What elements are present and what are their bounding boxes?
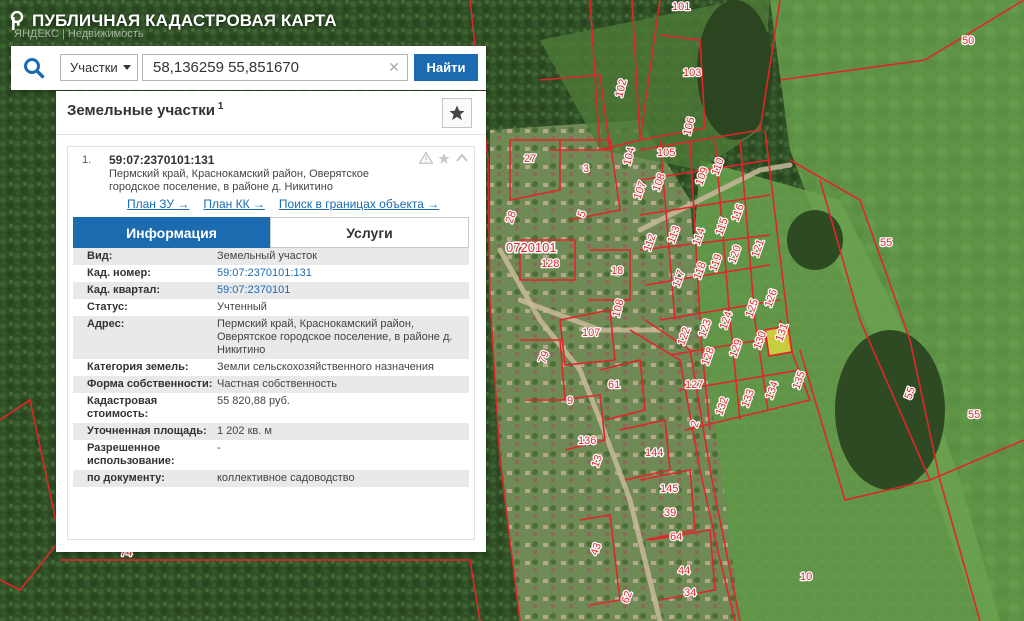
info-row-label: Статус: <box>87 301 128 313</box>
plan-kk-link[interactable]: План КК → <box>203 197 265 211</box>
plot-label[interactable]: 44 <box>677 564 692 579</box>
tab-information[interactable]: Информация <box>73 217 270 248</box>
plot-label[interactable]: 144 <box>644 446 665 461</box>
plot-label[interactable]: 39 <box>663 506 678 521</box>
warning-icon[interactable] <box>419 152 433 164</box>
info-row-value-link[interactable]: 59:07:2370101:131 <box>217 267 469 280</box>
info-row: Уточненная площадь: 1 202 кв. м <box>73 423 469 440</box>
info-row-value: Земли сельскохозяйственного назначения <box>217 361 434 373</box>
plot-label[interactable]: 127 <box>684 378 705 393</box>
plot-label[interactable]: 105 <box>656 146 677 161</box>
info-row: Статус: Учтенный <box>73 299 469 316</box>
info-row: Разрешенное использование: - <box>73 440 469 470</box>
plan-zu-link[interactable]: План ЗУ → <box>127 197 189 211</box>
info-row-value: Земельный участок <box>217 250 318 262</box>
info-row: по документу: коллективное садоводство <box>73 470 469 487</box>
yandex-realty-link[interactable]: ЯНДЕКС | Недвижимость <box>14 28 144 40</box>
info-row: Вид: Земельный участок <box>73 248 469 265</box>
info-row-label: Кад. квартал: <box>87 284 161 296</box>
search-type-select[interactable]: Участки <box>60 54 138 81</box>
card-tabs: Информация Услуги <box>73 217 469 248</box>
info-row-label: Вид: <box>87 250 113 262</box>
info-row-value: - <box>217 442 221 454</box>
plot-label[interactable]: 136 <box>577 434 598 449</box>
result-number: 1. <box>82 154 92 166</box>
plot-label[interactable]: 34 <box>683 586 698 601</box>
info-row-value: Пермский край, Краснокамский район, Овер… <box>217 318 453 356</box>
find-button[interactable]: Найти <box>414 54 478 81</box>
plot-label[interactable]: 101 <box>671 0 692 14</box>
result-card[interactable]: 1. 59:07:2370101:131 Пермский край, Крас… <box>67 146 475 540</box>
search-input[interactable] <box>142 54 408 81</box>
info-row: Кад. номер: 59:07:2370101:131 <box>73 265 469 282</box>
info-row-value-link[interactable]: 59:07:2370101 <box>217 284 469 297</box>
plot-label[interactable]: 61 <box>607 378 622 393</box>
info-row: Кадастровая стоимость: 55 820,88 руб. <box>73 393 469 423</box>
info-row-value: 1 202 кв. м <box>217 425 272 437</box>
info-row-value: Учтенный <box>217 301 267 313</box>
plot-label[interactable]: 107 <box>581 326 602 341</box>
panel-title: Земельные участки 1 <box>67 101 223 119</box>
info-row: Адрес: Пермский край, Краснокамский район… <box>73 316 469 359</box>
plot-label[interactable]: 27 <box>523 152 538 167</box>
chevron-down-icon <box>122 65 131 70</box>
plot-label[interactable]: 3 <box>582 162 591 177</box>
plot-label[interactable]: 10 <box>799 570 814 585</box>
results-panel: Земельные участки 1 1. 59:07:2370101:131 … <box>56 91 486 552</box>
info-row-label: Уточненная площадь: <box>87 425 207 437</box>
search-type-label: Участки <box>70 60 118 75</box>
card-actions <box>419 152 469 165</box>
divider <box>56 134 486 135</box>
info-row-label: Кад. номер: <box>87 267 151 279</box>
info-row-label: Форма собственности: <box>87 378 213 390</box>
info-row: Кад. квартал: 59:07:2370101 <box>73 282 469 299</box>
info-row: Форма собственности: Частная собственност… <box>73 376 469 393</box>
panel-title-text: Земельные участки <box>67 102 215 119</box>
star-icon[interactable] <box>437 152 451 165</box>
tab-services[interactable]: Услуги <box>270 217 469 248</box>
info-row-value: 55 820,88 руб. <box>217 395 290 407</box>
results-count: 1 <box>217 101 224 112</box>
favorite-button[interactable] <box>442 98 472 128</box>
plot-label[interactable]: 18 <box>610 264 625 279</box>
plot-label[interactable]: 55 <box>967 408 982 423</box>
plot-label[interactable]: 50 <box>961 34 976 49</box>
plot-label[interactable]: 55 <box>879 236 894 251</box>
info-row-label: Адрес: <box>87 318 125 330</box>
info-row-label: по документу: <box>87 472 165 484</box>
result-address: Пермский край, Краснокамский район, Овер… <box>109 168 370 193</box>
info-row-value: коллективное садоводство <box>217 472 355 484</box>
info-row-label: Кадастровая стоимость: <box>87 395 158 420</box>
quarter-label: 0720101 <box>506 240 557 255</box>
plot-label[interactable]: 64 <box>669 530 684 545</box>
plot-label[interactable]: 103 <box>682 66 703 81</box>
chevron-up-icon[interactable] <box>455 152 469 164</box>
tree-patch <box>835 330 945 490</box>
star-icon <box>449 105 465 121</box>
search-bar: Участки ✕ Найти <box>11 46 486 90</box>
plot-label[interactable]: 9 <box>566 394 575 409</box>
result-cadastral-number[interactable]: 59:07:2370101:131 <box>109 153 214 167</box>
card-links: План ЗУ → План КК → Поиск в границах объ… <box>127 197 439 211</box>
tree-patch <box>787 210 843 270</box>
plot-label[interactable]: 145 <box>659 482 680 497</box>
info-table: Вид: Земельный участок Кад. номер: 59:07:23… <box>73 248 469 487</box>
info-row-label: Категория земель: <box>87 361 189 373</box>
info-row-value: Частная собственность <box>217 378 338 390</box>
info-row: Категория земель: Земли сельскохозяйствен… <box>73 359 469 376</box>
search-icon[interactable] <box>23 57 45 79</box>
plot-label[interactable]: 128 <box>540 257 561 272</box>
info-row-label: Разрешенное использование: <box>87 442 175 467</box>
search-in-bounds-link[interactable]: Поиск в границах объекта → <box>279 197 439 211</box>
close-icon[interactable]: ✕ <box>387 60 401 74</box>
